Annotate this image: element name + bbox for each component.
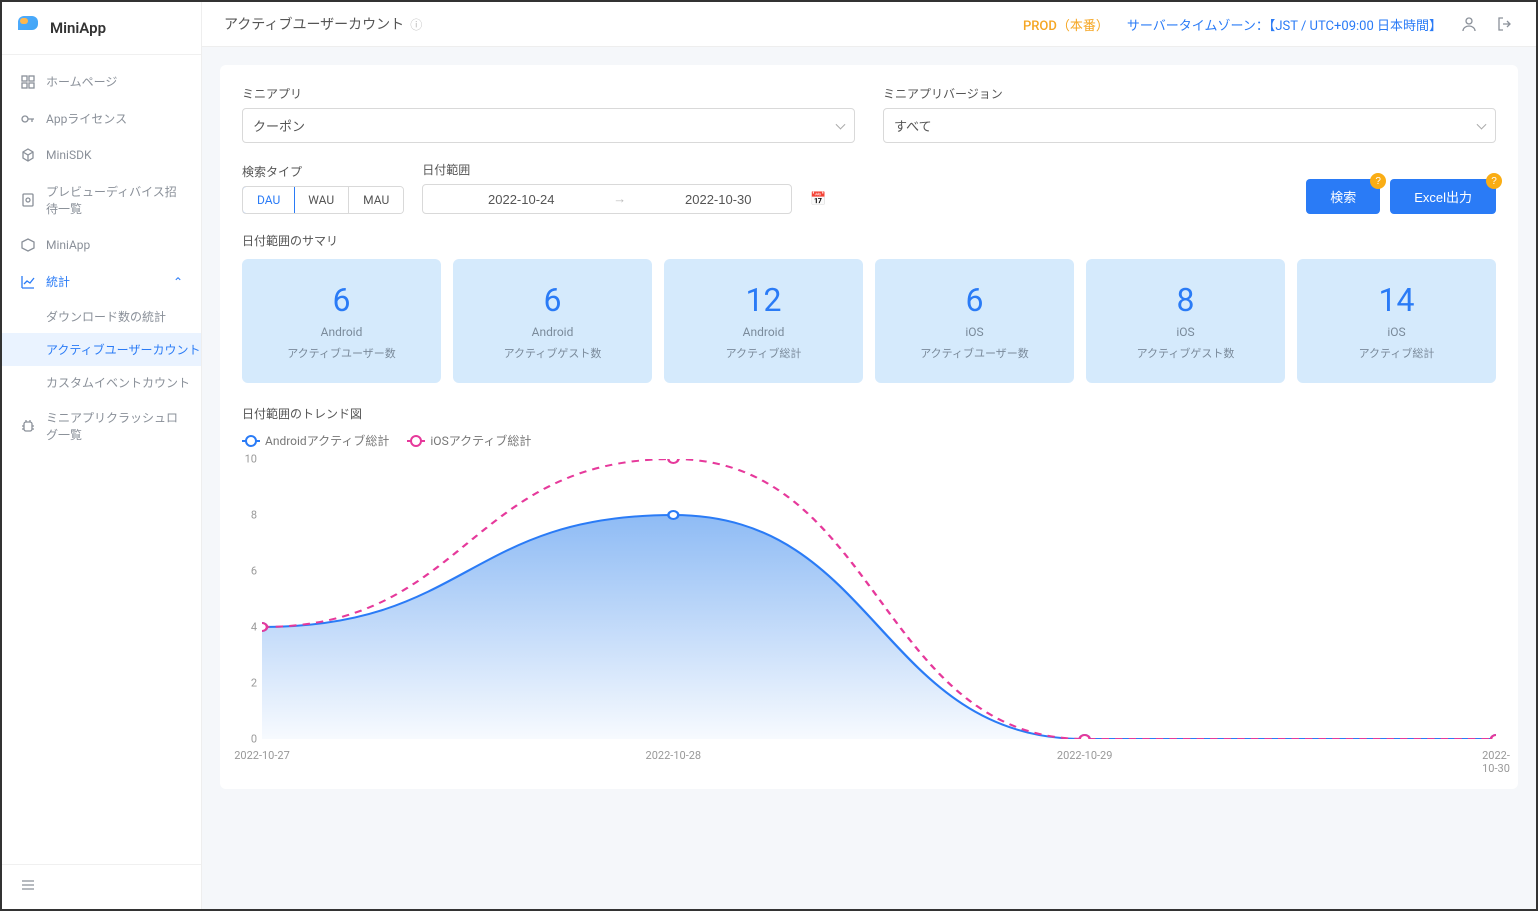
sidebar-item-label: Appライセンス bbox=[46, 110, 127, 127]
page-title: アクティブユーザーカウント ⓘ bbox=[224, 14, 422, 34]
sidebar: MiniApp ホームページ Appライセンス MiniSDK プレビューディバ… bbox=[2, 2, 202, 909]
x-axis: 2022-10-272022-10-282022-10-292022-10-30 bbox=[262, 749, 1496, 769]
stat-card-ios-users: 6 iOS アクティブユーザー数 bbox=[875, 259, 1074, 383]
summary-label: 日付範囲のサマリ bbox=[242, 232, 1496, 249]
content: ミニアプリ クーポン ミニアプリバージョン すべて 検索タイプ DAU WAU bbox=[202, 47, 1536, 909]
info-icon[interactable]: ⓘ bbox=[410, 16, 422, 33]
user-icon[interactable] bbox=[1460, 15, 1478, 33]
stat-card-ios-total: 14 iOS アクティブ総計 bbox=[1297, 259, 1496, 383]
version-label: ミニアプリバージョン bbox=[883, 85, 1496, 102]
filter-card: ミニアプリ クーポン ミニアプリバージョン すべて 検索タイプ DAU WAU bbox=[220, 65, 1518, 789]
search-button[interactable]: 検索 ? bbox=[1306, 179, 1380, 214]
logout-icon[interactable] bbox=[1496, 15, 1514, 33]
chart-legend: Androidアクティブ総計 iOSアクティブ総計 bbox=[242, 432, 1496, 449]
chart: 0246810 2022-10-272022-10-282022-10-2920… bbox=[262, 459, 1496, 769]
excel-badge: ? bbox=[1486, 173, 1502, 189]
date-range-picker[interactable]: → 📅 bbox=[422, 184, 792, 214]
trend-label: 日付範囲のトレンド図 bbox=[242, 405, 1496, 422]
sidebar-sub-custom-events[interactable]: カスタムイベントカウント bbox=[2, 366, 201, 399]
y-axis: 0246810 bbox=[242, 459, 257, 739]
app-name: MiniApp bbox=[50, 19, 106, 37]
chevron-up-icon: ⌃ bbox=[173, 275, 183, 289]
nav: ホームページ Appライセンス MiniSDK プレビューディバイス招待一覧 M… bbox=[2, 55, 201, 864]
arrow-right-icon: → bbox=[613, 191, 626, 207]
date-range-label: 日付範囲 bbox=[422, 161, 792, 178]
stat-card-ios-guests: 8 iOS アクティブゲスト数 bbox=[1086, 259, 1285, 383]
sidebar-item-stats[interactable]: 統計 ⌃ bbox=[2, 263, 201, 300]
box-icon bbox=[20, 237, 36, 253]
home-icon bbox=[20, 74, 36, 90]
logo-icon bbox=[18, 16, 42, 40]
sidebar-item-label: 統計 bbox=[46, 273, 70, 290]
summary-row: 6 Android アクティブユーザー数 6 Android アクティブゲスト数… bbox=[242, 259, 1496, 383]
search-type-segment: DAU WAU MAU bbox=[242, 186, 404, 214]
logo[interactable]: MiniApp bbox=[2, 2, 201, 55]
sidebar-collapse-button[interactable] bbox=[2, 864, 201, 909]
date-to-input[interactable] bbox=[630, 192, 806, 207]
chart-icon bbox=[20, 274, 36, 290]
sidebar-item-label: ホームページ bbox=[46, 73, 117, 90]
stat-card-android-users: 6 Android アクティブユーザー数 bbox=[242, 259, 441, 383]
sidebar-item-minisdk[interactable]: MiniSDK bbox=[2, 137, 201, 173]
timezone-label: サーバータイムゾーン：【JST / UTC+09:00 日本時間】 bbox=[1127, 15, 1442, 34]
legend-android[interactable]: Androidアクティブ総計 bbox=[242, 432, 389, 449]
legend-ios[interactable]: iOSアクティブ総計 bbox=[407, 432, 531, 449]
cube-icon bbox=[20, 147, 36, 163]
sidebar-item-label: ミニアプリクラッシュログ一覧 bbox=[46, 409, 183, 443]
sidebar-item-home[interactable]: ホームページ bbox=[2, 63, 201, 100]
date-from-input[interactable] bbox=[433, 192, 609, 207]
legend-swatch-ios bbox=[407, 440, 425, 442]
sidebar-sub-downloads[interactable]: ダウンロード数の統計 bbox=[2, 300, 201, 333]
miniapp-select[interactable]: クーポン bbox=[242, 108, 855, 143]
sidebar-item-label: MiniApp bbox=[46, 238, 90, 252]
seg-dau[interactable]: DAU bbox=[242, 186, 295, 214]
plot-area bbox=[262, 459, 1496, 739]
sidebar-sub-active-users[interactable]: アクティブユーザーカウント bbox=[2, 333, 201, 366]
stat-card-android-guests: 6 Android アクティブゲスト数 bbox=[453, 259, 652, 383]
sidebar-item-crashlog[interactable]: ミニアプリクラッシュログ一覧 bbox=[2, 399, 201, 453]
version-select[interactable]: すべて bbox=[883, 108, 1496, 143]
device-icon bbox=[20, 192, 36, 208]
excel-export-button[interactable]: Excel出力 ? bbox=[1390, 179, 1496, 214]
sidebar-item-license[interactable]: Appライセンス bbox=[2, 100, 201, 137]
main: アクティブユーザーカウント ⓘ PROD（本番） サーバータイムゾーン：【JST… bbox=[202, 2, 1536, 909]
sidebar-item-label: プレビューディバイス招待一覧 bbox=[46, 183, 183, 217]
key-icon bbox=[20, 111, 36, 127]
stat-card-android-total: 12 Android アクティブ総計 bbox=[664, 259, 863, 383]
sidebar-item-label: MiniSDK bbox=[46, 148, 91, 162]
env-badge: PROD（本番） bbox=[1023, 15, 1109, 34]
seg-mau[interactable]: MAU bbox=[349, 187, 403, 213]
calendar-icon: 📅 bbox=[810, 192, 826, 207]
sidebar-item-preview[interactable]: プレビューディバイス招待一覧 bbox=[2, 173, 201, 227]
miniapp-label: ミニアプリ bbox=[242, 85, 855, 102]
search-type-label: 検索タイプ bbox=[242, 163, 404, 180]
menu-icon bbox=[20, 877, 36, 893]
seg-wau[interactable]: WAU bbox=[294, 187, 349, 213]
legend-swatch-android bbox=[242, 440, 260, 442]
sidebar-item-miniapp[interactable]: MiniApp bbox=[2, 227, 201, 263]
bug-icon bbox=[20, 418, 36, 434]
search-badge: ? bbox=[1370, 173, 1386, 189]
topbar: アクティブユーザーカウント ⓘ PROD（本番） サーバータイムゾーン：【JST… bbox=[202, 2, 1536, 47]
